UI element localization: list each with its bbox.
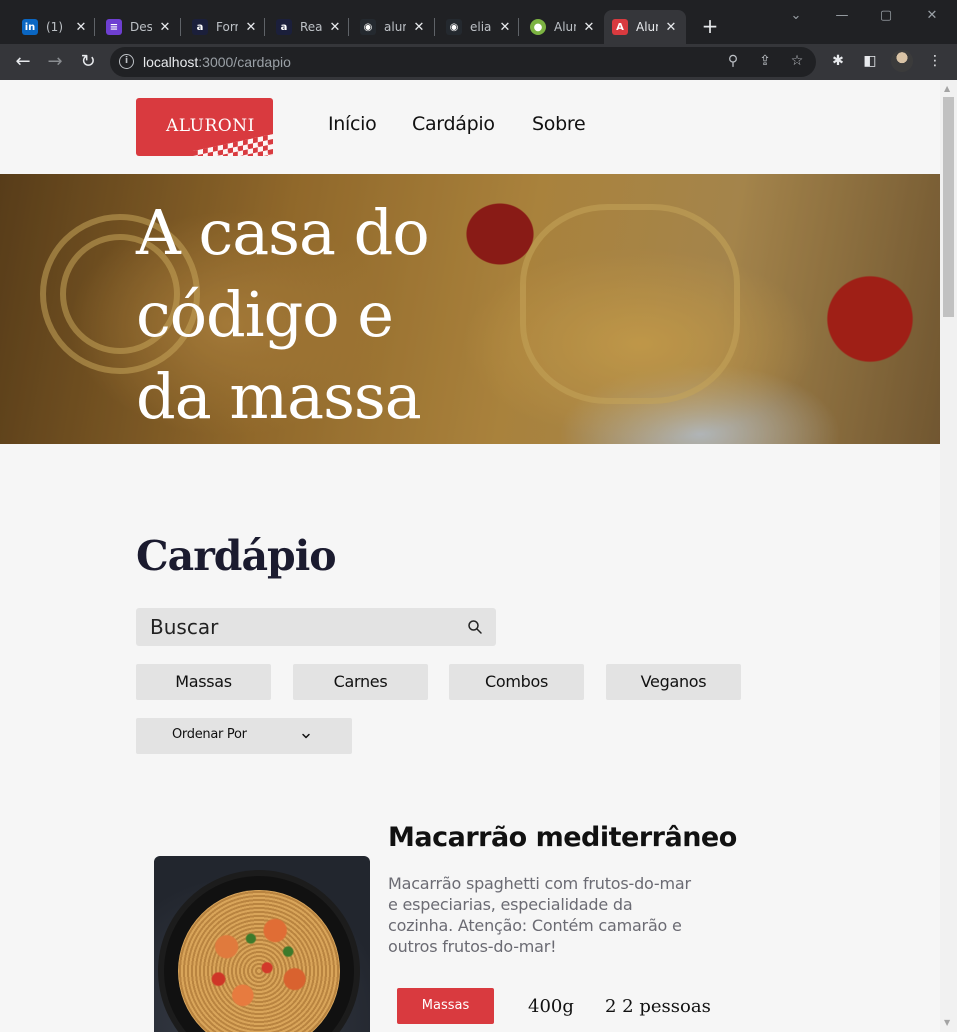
nav-link-inicio[interactable]: Início — [328, 113, 377, 135]
new-tab-plus-icon[interactable]: + — [700, 14, 720, 38]
tab-divider — [518, 18, 519, 36]
tab-divider — [348, 18, 349, 36]
order-by-label: Ordenar Por — [172, 727, 247, 742]
order-by-dropdown[interactable]: Ordenar Por — [136, 718, 352, 754]
nav-link-cardapio[interactable]: Cardápio — [412, 113, 495, 135]
aluroni-favicon-icon: A — [612, 19, 628, 35]
tab-title: elia — [470, 20, 492, 34]
scroll-up-arrow-icon[interactable]: ▲ — [944, 84, 950, 93]
filter-carnes[interactable]: Carnes — [293, 664, 428, 700]
filter-veganos[interactable]: Veganos — [606, 664, 741, 700]
hero-line-2: código e — [136, 278, 394, 351]
filter-combos[interactable]: Combos — [449, 664, 584, 700]
chevron-down-icon — [302, 733, 310, 739]
tab-divider — [94, 18, 95, 36]
close-icon[interactable]: ✕ — [328, 20, 342, 35]
zoom-icon[interactable]: ⚲ — [724, 53, 742, 69]
tab-search-chevron-icon[interactable]: ⌄ — [786, 8, 806, 23]
close-icon[interactable]: ✕ — [582, 20, 596, 35]
hero-heading: A casa do código e da massa — [136, 192, 496, 438]
tab-divider — [434, 18, 435, 36]
close-icon[interactable]: ✕ — [74, 20, 88, 35]
checkered-pattern — [193, 134, 273, 156]
alura-icon: a — [276, 19, 292, 35]
url-host: localhost — [143, 54, 199, 70]
tab-strip: in (1) F ✕ ≡ Desi ✕ a Forr ✕ a Rea ✕ ◉ a… — [0, 0, 957, 44]
reload-icon[interactable]: ↻ — [76, 50, 100, 74]
tab-title: alur — [384, 20, 406, 34]
tab-linkedin[interactable]: in (1) F ✕ — [14, 10, 94, 44]
tab-title: Rea — [300, 20, 322, 34]
tab-react[interactable]: a Rea ✕ — [268, 10, 348, 44]
url-path: :3000/cardapio — [198, 54, 291, 70]
share-icon[interactable]: ⇪ — [756, 53, 774, 69]
tab-divider — [264, 18, 265, 36]
scroll-down-arrow-icon[interactable]: ▼ — [944, 1018, 950, 1027]
close-icon[interactable]: ✕ — [664, 20, 678, 35]
tab-aluroni-active[interactable]: A Alur ✕ — [604, 10, 686, 44]
address-bar[interactable]: i localhost:3000/cardapio ⚲ ⇪ ☆ — [110, 47, 816, 77]
close-icon[interactable]: ✕ — [158, 20, 172, 35]
filter-massas[interactable]: Massas — [136, 664, 271, 700]
browser-toolbar: ← → ↻ i localhost:3000/cardapio ⚲ ⇪ ☆ ✱ … — [0, 44, 957, 80]
dish-serves: 2 2 pessoas — [605, 996, 711, 1017]
page-title: Cardápio — [136, 532, 337, 580]
browser-menu-icon[interactable]: ⋮ — [926, 53, 944, 69]
dish-weight: 400g — [528, 996, 574, 1017]
minimize-icon[interactable]: — — [832, 8, 852, 23]
profile-avatar[interactable] — [891, 50, 913, 72]
dish-description: Macarrão spaghetti com frutos-do-mar e e… — [388, 874, 691, 956]
bookmark-star-icon[interactable]: ☆ — [788, 53, 806, 69]
hero-line-1: A casa do — [136, 196, 430, 269]
tab-forum[interactable]: a Forr ✕ — [184, 10, 264, 44]
back-arrow-icon[interactable]: ← — [11, 50, 35, 74]
tab-title: (1) F — [46, 20, 68, 34]
github-icon: ◉ — [360, 19, 376, 35]
category-tag: Massas — [397, 988, 494, 1024]
page-viewport: ALURONI Início Cardápio Sobre A casa do c… — [0, 80, 940, 1032]
close-icon[interactable]: ✕ — [498, 20, 512, 35]
maximize-icon[interactable]: ▢ — [876, 8, 896, 23]
github-icon: ◉ — [446, 19, 462, 35]
tab-title: Alur — [636, 20, 658, 34]
logo-text: ALURONI — [166, 116, 255, 136]
tennis-ball-icon: ● — [530, 19, 546, 35]
tab-aluroni-1[interactable]: ● Alur ✕ — [522, 10, 602, 44]
tab-title: Alur — [554, 20, 576, 34]
tab-design[interactable]: ≡ Desi ✕ — [98, 10, 178, 44]
hero-banner: A casa do código e da massa — [0, 174, 940, 444]
tab-github-alura[interactable]: ◉ alur ✕ — [352, 10, 432, 44]
window-close-icon[interactable]: ✕ — [922, 8, 942, 23]
site-info-icon[interactable]: i — [119, 54, 134, 69]
tab-github-elia[interactable]: ◉ elia ✕ — [438, 10, 518, 44]
tab-title: Desi — [130, 20, 152, 34]
forward-arrow-icon[interactable]: → — [43, 50, 67, 74]
alura-icon: a — [192, 19, 208, 35]
linkedin-icon: in — [22, 19, 38, 35]
vertical-scrollbar[interactable]: ▲ ▼ — [940, 80, 957, 1032]
url-text[interactable]: localhost:3000/cardapio — [143, 54, 291, 70]
dish-title: Macarrão mediterrâneo — [388, 822, 737, 853]
search-input[interactable] — [150, 614, 450, 640]
side-panel-icon[interactable]: ◧ — [861, 53, 879, 69]
dish-image — [154, 856, 370, 1032]
close-icon[interactable]: ✕ — [412, 20, 426, 35]
tab-divider — [180, 18, 181, 36]
nav-link-sobre[interactable]: Sobre — [532, 113, 586, 135]
search-box — [136, 608, 496, 646]
hero-line-3: da massa — [136, 360, 422, 433]
close-icon[interactable]: ✕ — [244, 20, 258, 35]
tab-title: Forr — [216, 20, 238, 34]
extensions-puzzle-icon[interactable]: ✱ — [829, 53, 847, 69]
scrollbar-thumb[interactable] — [943, 97, 954, 317]
search-icon[interactable] — [467, 619, 483, 635]
aluroni-logo[interactable]: ALURONI — [136, 98, 273, 156]
list-app-icon: ≡ — [106, 19, 122, 35]
